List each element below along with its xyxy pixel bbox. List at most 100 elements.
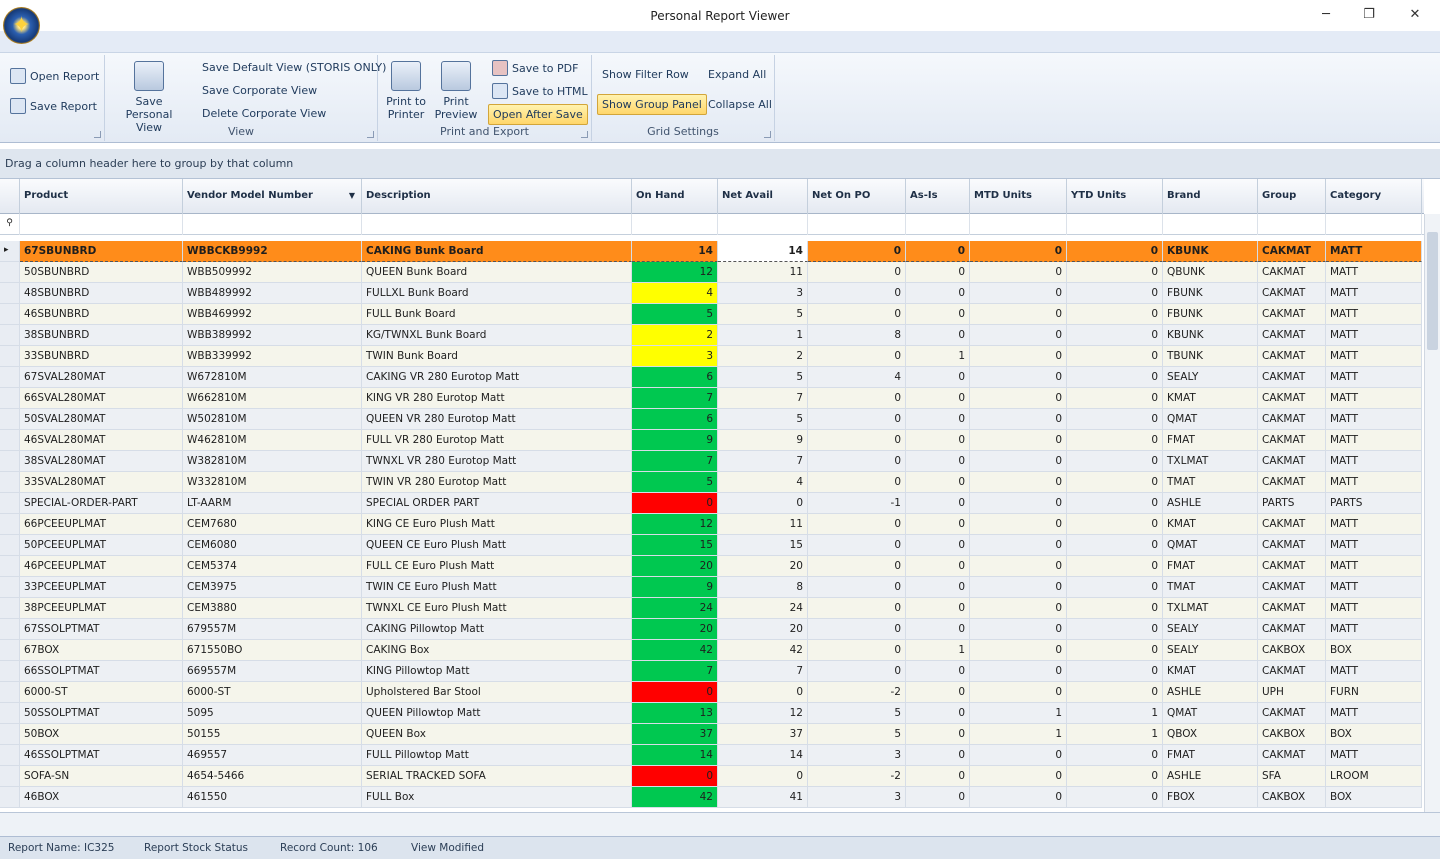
- column-header-brand[interactable]: Brand: [1163, 179, 1258, 214]
- filter-cell[interactable]: [183, 214, 362, 235]
- table-row[interactable]: 50SBUNBRD WBB509992 QUEEN Bunk Board 12 11 0 0…: [0, 262, 1424, 283]
- row-indicator[interactable]: [0, 556, 20, 577]
- row-indicator[interactable]: [0, 598, 20, 619]
- column-header-net-on-po[interactable]: Net On PO: [808, 179, 906, 214]
- table-row[interactable]: 38SVAL280MAT W382810M TWNXL VR 280 Eurotop…: [0, 451, 1424, 472]
- column-header-mtd-units[interactable]: MTD Units: [970, 179, 1067, 214]
- table-row[interactable]: 38SBUNBRD WBB389992 KG/TWNXL Bunk Board 2 1 8…: [0, 325, 1424, 346]
- row-indicator[interactable]: [0, 472, 20, 493]
- filter-cell[interactable]: [20, 214, 183, 235]
- table-row[interactable]: 50SSOLPTMAT 5095 QUEEN Pillowtop Matt 13 12 5…: [0, 703, 1424, 724]
- save-default-view-button[interactable]: Save Default View (STORIS ONLY): [202, 61, 386, 74]
- view-group-launcher[interactable]: [367, 131, 374, 138]
- show-filter-row-toggle[interactable]: Show Filter Row: [602, 68, 689, 81]
- filter-cell[interactable]: [906, 214, 970, 235]
- row-indicator[interactable]: [0, 409, 20, 430]
- row-indicator[interactable]: [0, 682, 20, 703]
- table-row[interactable]: 46BOX 461550 FULL Box 42 41 3 0 0 0 FBOX CAKBOX BOX: [0, 787, 1424, 808]
- filter-cell[interactable]: [1258, 214, 1326, 235]
- row-indicator[interactable]: [0, 451, 20, 472]
- row-indicator[interactable]: [0, 346, 20, 367]
- column-header-on-hand[interactable]: On Hand: [632, 179, 718, 214]
- table-row[interactable]: 67BOX 671550BO CAKING Box 42 42 0 1 0 0 SEALY CAKB…: [0, 640, 1424, 661]
- column-header-description[interactable]: Description: [362, 179, 632, 214]
- maximize-button[interactable]: ❐: [1354, 5, 1384, 25]
- table-row[interactable]: 33SBUNBRD WBB339992 TWIN Bunk Board 3 2 0 1 0 0 T…: [0, 346, 1424, 367]
- table-row[interactable]: 46SBUNBRD WBB469992 FULL Bunk Board 5 5 0 0 0 0 F…: [0, 304, 1424, 325]
- delete-corporate-view-button[interactable]: Delete Corporate View: [202, 107, 326, 120]
- show-group-panel-toggle[interactable]: Show Group Panel: [597, 94, 707, 115]
- column-header-as-is[interactable]: As-Is: [906, 179, 970, 214]
- scrollbar-thumb[interactable]: [1427, 232, 1438, 350]
- save-corporate-view-button[interactable]: Save Corporate View: [202, 84, 317, 97]
- row-indicator[interactable]: [0, 640, 20, 661]
- column-header-net-avail[interactable]: Net Avail: [718, 179, 808, 214]
- table-row[interactable]: 6000-ST 6000-ST Upholstered Bar Stool 0 0 -2 0…: [0, 682, 1424, 703]
- row-indicator[interactable]: [0, 766, 20, 787]
- filter-cell[interactable]: [1326, 214, 1422, 235]
- filter-cell[interactable]: [362, 214, 632, 235]
- row-indicator[interactable]: [0, 787, 20, 808]
- table-row[interactable]: 66SVAL280MAT W662810M KING VR 280 Eurotop …: [0, 388, 1424, 409]
- row-indicator[interactable]: [0, 283, 20, 304]
- column-header-category[interactable]: Category: [1326, 179, 1422, 214]
- row-indicator[interactable]: [0, 535, 20, 556]
- table-row[interactable]: 46SVAL280MAT W462810M FULL VR 280 Eurotop …: [0, 430, 1424, 451]
- table-row[interactable]: 33SVAL280MAT W332810M TWIN VR 280 Eurotop …: [0, 472, 1424, 493]
- grid-settings-group-launcher[interactable]: [764, 131, 771, 138]
- filter-cell[interactable]: [718, 214, 808, 235]
- row-indicator[interactable]: [0, 661, 20, 682]
- filter-icon[interactable]: ⚲: [0, 214, 20, 235]
- print-preview-button[interactable]: Print Preview: [432, 61, 480, 121]
- table-row[interactable]: 66PCEEUPLMAT CEM7680 KING CE Euro Plush Ma…: [0, 514, 1424, 535]
- sort-dropdown-icon[interactable]: ▼: [349, 191, 355, 200]
- print-to-printer-button[interactable]: Print to Printer: [382, 61, 430, 121]
- table-row[interactable]: 50SVAL280MAT W502810M QUEEN VR 280 Eurotop…: [0, 409, 1424, 430]
- column-header-ytd-units[interactable]: YTD Units: [1067, 179, 1163, 214]
- row-indicator[interactable]: [0, 430, 20, 451]
- filter-cell[interactable]: [808, 214, 906, 235]
- table-row[interactable]: ▸ 67SBUNBRD WBBCKB9992 CAKING Bunk Board 14 1…: [0, 241, 1424, 262]
- table-row[interactable]: 46PCEEUPLMAT CEM5374 FULL CE Euro Plush Ma…: [0, 556, 1424, 577]
- group-by-panel[interactable]: Drag a column header here to group by th…: [0, 149, 1440, 179]
- filter-cell[interactable]: [632, 214, 718, 235]
- close-button[interactable]: ✕: [1400, 5, 1430, 25]
- table-row[interactable]: 50BOX 50155 QUEEN Box 37 37 5 0 1 1 QBOX CAKBOX BOX: [0, 724, 1424, 745]
- table-row[interactable]: SOFA-SN 4654-5466 SERIAL TRACKED SOFA 0 0 -2 0…: [0, 766, 1424, 787]
- table-row[interactable]: 67SSOLPTMAT 679557M CAKING Pillowtop Matt 2…: [0, 619, 1424, 640]
- row-indicator[interactable]: [0, 367, 20, 388]
- row-indicator[interactable]: [0, 724, 20, 745]
- filter-cell[interactable]: [1163, 214, 1258, 235]
- column-header-group[interactable]: Group: [1258, 179, 1326, 214]
- table-row[interactable]: 67SVAL280MAT W672810M CAKING VR 280 Euroto…: [0, 367, 1424, 388]
- row-indicator[interactable]: [0, 619, 20, 640]
- row-indicator[interactable]: [0, 577, 20, 598]
- column-header-vendor-model-number[interactable]: Vendor Model Number ▼: [183, 179, 362, 214]
- expand-all-button[interactable]: Expand All: [708, 68, 766, 81]
- row-indicator[interactable]: [0, 325, 20, 346]
- row-indicator[interactable]: [0, 514, 20, 535]
- table-row[interactable]: 38PCEEUPLMAT CEM3880 TWNXL CE Euro Plush M…: [0, 598, 1424, 619]
- row-indicator[interactable]: [0, 703, 20, 724]
- minimize-button[interactable]: ─: [1311, 5, 1341, 25]
- filter-cell[interactable]: [970, 214, 1067, 235]
- horizontal-scrollbar[interactable]: [0, 812, 1440, 836]
- row-indicator[interactable]: [0, 262, 20, 283]
- table-row[interactable]: 48SBUNBRD WBB489992 FULLXL Bunk Board 4 3 0 0 0…: [0, 283, 1424, 304]
- save-report-button[interactable]: Save Report: [10, 98, 97, 114]
- save-to-pdf-button[interactable]: Save to PDF: [492, 60, 578, 76]
- table-row[interactable]: SPECIAL-ORDER-PART LT-AARM SPECIAL ORDER P…: [0, 493, 1424, 514]
- vertical-scrollbar[interactable]: [1424, 214, 1440, 812]
- row-indicator[interactable]: [0, 304, 20, 325]
- table-row[interactable]: 50PCEEUPLMAT CEM6080 QUEEN CE Euro Plush M…: [0, 535, 1424, 556]
- print-export-group-launcher[interactable]: [581, 131, 588, 138]
- table-row[interactable]: 66SSOLPTMAT 669557M KING Pillowtop Matt 7 7 0…: [0, 661, 1424, 682]
- save-to-html-button[interactable]: Save to HTML: [492, 83, 588, 99]
- open-after-save-toggle[interactable]: Open After Save: [488, 104, 588, 125]
- row-indicator[interactable]: [0, 493, 20, 514]
- column-header-product[interactable]: Product: [20, 179, 183, 214]
- app-logo-icon[interactable]: ✦: [3, 7, 40, 44]
- row-indicator[interactable]: [0, 388, 20, 409]
- row-indicator[interactable]: [0, 745, 20, 766]
- filter-cell[interactable]: [1067, 214, 1163, 235]
